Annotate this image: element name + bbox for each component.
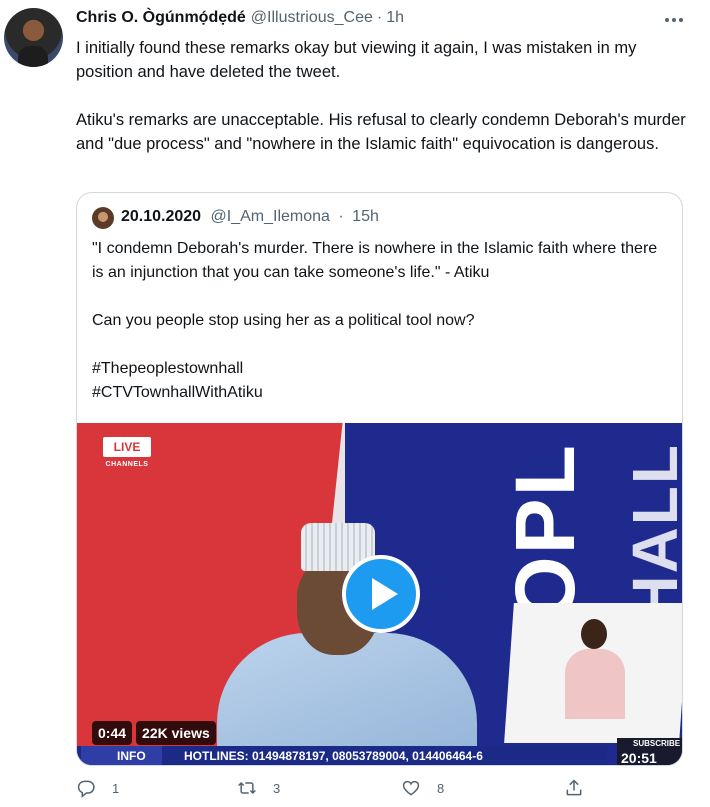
subscribe-label: SUBSCRIBE — [633, 739, 681, 748]
quoted-line: "I condemn Deborah's murder. There is no… — [92, 240, 658, 281]
hashtag-link[interactable]: #CTVTownhallWithAtiku — [92, 381, 672, 405]
more-icon[interactable] — [662, 8, 686, 32]
hashtag-link[interactable]: #Thepeoplestownhall — [92, 357, 672, 381]
channels-label: CHANNELS — [105, 461, 149, 468]
separator-dot: · — [376, 9, 383, 26]
retweet-count: 3 — [273, 780, 281, 796]
speaker-figure — [217, 523, 477, 765]
channel-logo: LIVE CHANNELS — [103, 437, 151, 477]
tweet-paragraph: I initially found these remarks okay but… — [76, 39, 637, 81]
author-avatar[interactable] — [4, 8, 63, 67]
ticker-info-label: INFO — [81, 746, 162, 765]
separator-dot: · — [338, 208, 344, 225]
tweet-paragraph: Atiku's remarks are unacceptable. His re… — [76, 111, 686, 153]
author-handle[interactable]: @Illustrious_Cee — [251, 9, 373, 27]
video-player[interactable]: PEOPL HALL LIVE CHANNELS INFO HOTLINES: … — [77, 423, 683, 766]
tweet-time[interactable]: 1h — [386, 9, 404, 27]
backdrop-lettering: HALL — [619, 443, 683, 622]
like-button[interactable]: 8 — [401, 778, 444, 798]
live-label: LIVE — [103, 437, 151, 457]
video-stats: 0:44 22K views — [92, 721, 216, 745]
video-views: 22K views — [136, 721, 216, 745]
play-icon[interactable] — [342, 555, 420, 633]
quoted-tweet-time: 15h — [352, 208, 379, 225]
share-icon — [566, 779, 582, 796]
reply-count: 1 — [112, 780, 120, 796]
video-duration: 0:44 — [92, 721, 133, 745]
tweet-text: I initially found these remarks okay but… — [76, 36, 696, 180]
quoted-tweet-header: 20.10.2020 @I_Am_Ilemona · 15h — [121, 208, 379, 226]
broadcast-clock: 20:51 — [621, 750, 657, 766]
quoted-author-avatar — [92, 207, 114, 229]
like-icon — [402, 780, 420, 796]
ticker-hotlines: HOTLINES: 01494878197, 08053789004, 0144… — [184, 749, 483, 763]
tweet-actions: 1 3 8 — [76, 778, 586, 806]
quoted-tweet-text: "I condemn Deborah's murder. There is no… — [92, 237, 672, 405]
author-name[interactable]: Chris O. Ògúnmọ́dẹdé — [76, 9, 246, 27]
quoted-author-name: 20.10.2020 — [121, 208, 202, 225]
like-count: 8 — [437, 780, 445, 796]
quoted-tweet[interactable]: 20.10.2020 @I_Am_Ilemona · 15h "I condem… — [76, 192, 683, 766]
reply-button[interactable]: 1 — [76, 778, 119, 798]
quoted-line: Can you people stop using her as a polit… — [92, 312, 475, 329]
sign-language-interpreter — [565, 619, 625, 719]
retweet-button[interactable]: 3 — [237, 778, 280, 798]
quoted-author-handle: @I_Am_Ilemona — [210, 208, 330, 225]
retweet-icon — [238, 781, 256, 795]
share-button[interactable] — [564, 778, 584, 798]
reply-icon — [77, 780, 95, 798]
tweet-header: Chris O. Ògúnmọ́dẹdé @Illustrious_Cee · … — [76, 9, 404, 27]
